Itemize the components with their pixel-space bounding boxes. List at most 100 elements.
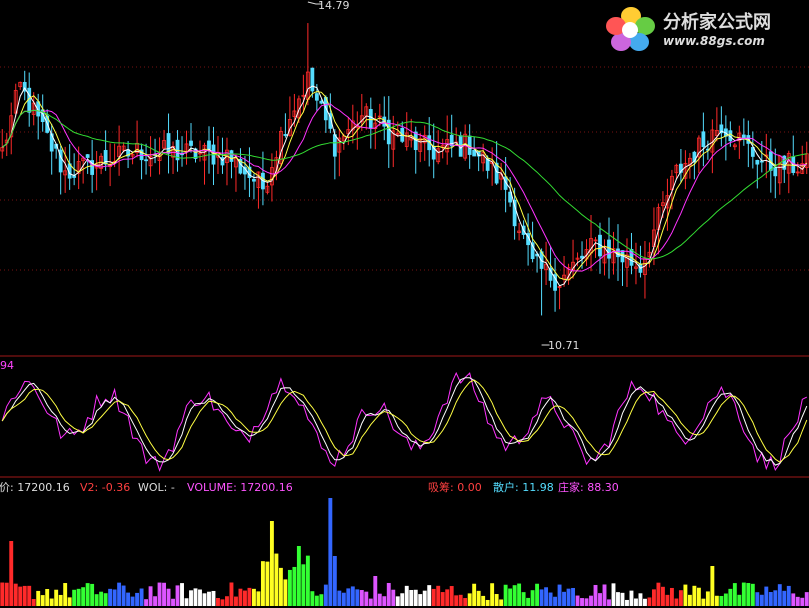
volume-bar (359, 590, 364, 606)
volume-bar (404, 585, 409, 606)
volume-bar (701, 598, 706, 606)
candle (368, 97, 373, 149)
candle (18, 81, 23, 90)
candle-body (472, 149, 477, 157)
volume-bar (225, 596, 229, 606)
candle (0, 129, 5, 159)
volume-bar (629, 590, 634, 606)
volume-bar (260, 561, 265, 606)
zhuangjia-label: 庄家: 88.30 (558, 481, 619, 494)
candle-body (607, 239, 611, 259)
candle-body (283, 134, 288, 136)
candle (225, 137, 229, 186)
volume-bar (4, 582, 9, 606)
oscillator-panel (1, 371, 808, 472)
volume-bar (431, 588, 436, 606)
volume-bar (660, 586, 665, 606)
volume-bar (207, 591, 211, 606)
candle (530, 221, 535, 263)
volume-bar (427, 585, 432, 606)
volume-bar (791, 593, 796, 606)
volume-bar (557, 584, 562, 606)
candle-body (368, 109, 373, 129)
volume-bar (517, 583, 522, 606)
volume-bar (130, 596, 135, 606)
volume-bar (494, 594, 499, 606)
volume-bar (526, 597, 531, 606)
candle (67, 144, 72, 190)
volume-bar (634, 598, 638, 606)
volume-bar (296, 546, 301, 606)
volume-bar (485, 599, 490, 606)
volume-bar (768, 592, 773, 606)
volume-bar (157, 582, 162, 606)
candle (643, 241, 647, 299)
candle-body (314, 93, 319, 101)
oscillator-line (1, 379, 808, 463)
volume-bar (189, 590, 193, 606)
volume-bar (238, 588, 243, 606)
volume-bar (705, 591, 710, 606)
volume-bar (166, 588, 171, 606)
volume-bar (368, 598, 373, 606)
candle (589, 215, 593, 272)
candle (557, 285, 562, 310)
volume-bar (135, 592, 140, 606)
candle (418, 133, 423, 163)
volume-bar (198, 589, 202, 606)
volume-bar (49, 598, 54, 606)
volume-bar (85, 583, 90, 606)
candle (436, 130, 441, 165)
volume-bar (409, 589, 414, 606)
volume-bar (589, 595, 593, 606)
candle (723, 115, 728, 161)
candle-body (332, 134, 337, 157)
candle (719, 106, 724, 147)
candle (773, 148, 778, 199)
candle-body (310, 67, 315, 92)
volume-bar (463, 598, 468, 606)
volume-bar (45, 589, 50, 606)
volume-bar (81, 587, 86, 606)
volume-bar (692, 585, 697, 606)
volume-bar (301, 564, 306, 606)
candle (571, 239, 575, 279)
candle (22, 70, 27, 101)
volume-bar (746, 583, 751, 606)
candle (148, 136, 153, 177)
volume-bar (669, 587, 674, 606)
volume-bar (364, 591, 369, 606)
volume-bar (139, 588, 144, 606)
volume-bar (355, 589, 360, 606)
candle (445, 115, 450, 165)
volume-bar (180, 583, 184, 606)
volume-bar (696, 587, 701, 606)
candle (422, 125, 427, 161)
candle-body (166, 133, 171, 154)
volume-bar (382, 596, 387, 606)
volume-bar (9, 541, 14, 606)
candle (777, 155, 782, 195)
candle (602, 239, 607, 276)
volume-bar (553, 596, 558, 606)
volume-bar (732, 583, 737, 606)
candle-body (144, 159, 148, 162)
volume-bar (90, 583, 95, 606)
volume-bar (373, 576, 378, 606)
volume-bar (305, 555, 310, 606)
volume-bar (647, 597, 652, 606)
volume-bar (58, 594, 63, 606)
volume-bar (683, 584, 688, 606)
volume-bar (458, 594, 463, 606)
candle (166, 113, 171, 174)
candle (732, 143, 737, 151)
volume-bar (211, 590, 216, 606)
volume-bar (126, 592, 131, 606)
candle (768, 138, 773, 193)
volume-bar (584, 598, 589, 606)
candle-body (319, 100, 324, 104)
volume-bar (72, 589, 77, 606)
volume-bar (144, 599, 149, 606)
candle (243, 156, 247, 190)
logo-url: www.88gs.com (663, 34, 765, 48)
